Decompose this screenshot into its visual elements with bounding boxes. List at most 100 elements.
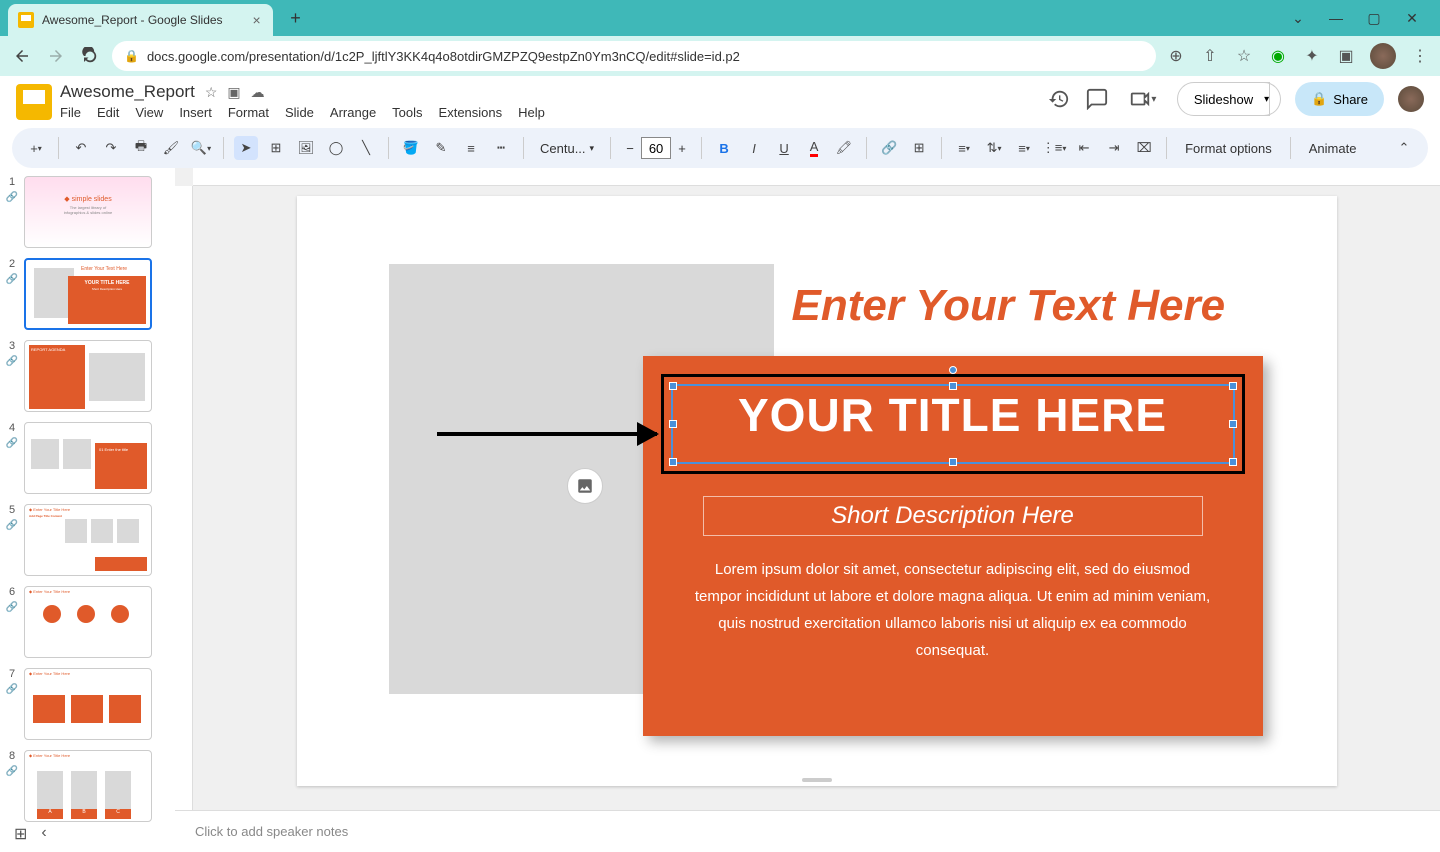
image-tool[interactable]: 🖼 — [294, 136, 318, 160]
rotate-handle[interactable] — [949, 366, 957, 374]
card-body-text[interactable]: Lorem ipsum dolor sit amet, consectetur … — [691, 556, 1215, 664]
collapse-toolbar-button[interactable]: ⌃ — [1392, 136, 1416, 160]
minimize-icon[interactable]: — — [1324, 6, 1348, 30]
menu-slide[interactable]: Slide — [285, 105, 314, 120]
font-size-increase[interactable]: + — [673, 139, 691, 157]
menu-format[interactable]: Format — [228, 105, 269, 120]
cloud-icon[interactable]: ☁ — [251, 84, 265, 101]
meet-icon[interactable]: ▾ — [1123, 87, 1163, 111]
resize-handle[interactable] — [949, 458, 957, 466]
address-bar[interactable]: 🔒 docs.google.com/presentation/d/1c2P_lj… — [112, 41, 1156, 71]
italic-button[interactable]: I — [742, 136, 766, 160]
text-color-button[interactable]: A — [802, 136, 826, 160]
explore-icon[interactable]: ⊞ — [14, 824, 27, 844]
decrease-indent-button[interactable]: ⇤ — [1072, 136, 1096, 160]
border-dash-button[interactable]: ┅ — [489, 136, 513, 160]
menu-arrange[interactable]: Arrange — [330, 105, 376, 120]
back-button[interactable] — [10, 44, 34, 68]
underline-button[interactable]: U — [772, 136, 796, 160]
slide-canvas[interactable]: Enter Your Text Here YOUR TITL — [297, 196, 1337, 786]
slide-thumbnail[interactable]: REPORT AGENDA — [24, 340, 152, 412]
notes-drag-handle[interactable] — [802, 778, 832, 782]
collapse-panel-icon[interactable]: ‹ — [41, 824, 46, 844]
zoom-dropdown[interactable]: 🔍▾ — [189, 136, 213, 160]
insert-comment-button[interactable]: ⊞ — [907, 136, 931, 160]
bookmark-icon[interactable]: ☆ — [1234, 46, 1254, 66]
browser-tab[interactable]: Awesome_Report - Google Slides × — [8, 4, 273, 36]
slide-thumbnail[interactable]: 01 Enter the title — [24, 422, 152, 494]
chevron-down-icon[interactable]: ⌄ — [1286, 6, 1310, 30]
share-page-icon[interactable]: ⇧ — [1200, 46, 1220, 66]
font-size-input[interactable] — [641, 137, 671, 159]
maximize-icon[interactable]: ▢ — [1362, 6, 1386, 30]
menu-insert[interactable]: Insert — [179, 105, 212, 120]
new-slide-button[interactable]: +▾ — [24, 136, 48, 160]
redo-button[interactable]: ↷ — [99, 136, 123, 160]
insert-link-button[interactable]: 🔗 — [877, 136, 901, 160]
slide-thumbnail[interactable]: Enter Your Text Here YOUR TITLE HEREShor… — [24, 258, 152, 330]
select-tool[interactable]: ➤ — [234, 136, 258, 160]
chrome-profile-avatar[interactable] — [1370, 43, 1396, 69]
slideshow-dropdown[interactable]: ▾ — [1253, 82, 1281, 116]
slide-thumbnail[interactable]: ◆ Enter Your Title Here A B C — [24, 750, 152, 822]
forward-button[interactable] — [44, 44, 68, 68]
font-family-dropdown[interactable]: Centu...▾ — [534, 141, 600, 156]
numbered-list-button[interactable]: ≡▾ — [1012, 136, 1036, 160]
print-button[interactable]: 🖶 — [129, 136, 153, 160]
fill-color-button[interactable]: 🪣 — [399, 136, 423, 160]
menu-extensions[interactable]: Extensions — [439, 105, 503, 120]
resize-handle[interactable] — [669, 458, 677, 466]
speaker-notes[interactable]: Click to add speaker notes — [175, 810, 1440, 852]
reload-button[interactable] — [78, 44, 102, 68]
insert-image-fab[interactable] — [567, 468, 603, 504]
close-window-icon[interactable]: ✕ — [1400, 6, 1424, 30]
orange-card[interactable]: YOUR TITLE HERE Short Description Here L… — [643, 356, 1263, 736]
slide-thumbnail[interactable]: ◆ Enter Your Title Here — [24, 668, 152, 740]
border-weight-button[interactable]: ≡ — [459, 136, 483, 160]
thumbnail-panel[interactable]: 1🔗 ◆ simple slides The largest library o… — [0, 168, 175, 848]
vertical-ruler[interactable] — [175, 186, 193, 848]
paint-format-button[interactable]: 🖌 — [159, 136, 183, 160]
bulleted-list-button[interactable]: ⋮≡▾ — [1042, 136, 1066, 160]
card-subtitle-box[interactable]: Short Description Here — [703, 496, 1203, 536]
star-icon[interactable]: ☆ — [205, 84, 218, 101]
menu-file[interactable]: File — [60, 105, 81, 120]
shape-tool[interactable]: ◯ — [324, 136, 348, 160]
slides-logo-icon[interactable] — [16, 84, 52, 120]
bold-button[interactable]: B — [712, 136, 736, 160]
top-heading-text[interactable]: Enter Your Text Here — [792, 281, 1226, 331]
new-tab-button[interactable]: + — [283, 5, 309, 31]
menu-edit[interactable]: Edit — [97, 105, 119, 120]
share-button[interactable]: 🔒 Share — [1295, 82, 1384, 116]
grammarly-icon[interactable]: ◉ — [1268, 46, 1288, 66]
line-tool[interactable]: ╲ — [354, 136, 378, 160]
animate-button[interactable]: Animate — [1301, 141, 1365, 156]
font-size-decrease[interactable]: − — [621, 139, 639, 157]
highlight-color-button[interactable]: 🖍 — [832, 136, 856, 160]
format-options-button[interactable]: Format options — [1177, 141, 1280, 156]
history-icon[interactable] — [1047, 87, 1071, 111]
menu-tools[interactable]: Tools — [392, 105, 422, 120]
doc-title[interactable]: Awesome_Report — [60, 82, 195, 102]
align-button[interactable]: ≡▾ — [952, 136, 976, 160]
close-tab-icon[interactable]: × — [251, 14, 263, 26]
slide-thumbnail[interactable]: ◆ Enter Your Title Here Add Page Title C… — [24, 504, 152, 576]
card-title-text[interactable]: YOUR TITLE HERE — [673, 388, 1233, 442]
move-icon[interactable]: ▣ — [227, 84, 240, 101]
extensions-icon[interactable]: ✦ — [1302, 46, 1322, 66]
increase-indent-button[interactable]: ⇥ — [1102, 136, 1126, 160]
slide-thumbnail[interactable]: ◆ simple slides The largest library ofin… — [24, 176, 152, 248]
resize-handle[interactable] — [1229, 458, 1237, 466]
slide-thumbnail[interactable]: ◆ Enter Your Title Here — [24, 586, 152, 658]
undo-button[interactable]: ↶ — [69, 136, 93, 160]
border-color-button[interactable]: ✎ — [429, 136, 453, 160]
textbox-tool[interactable]: ⊞ — [264, 136, 288, 160]
menu-view[interactable]: View — [135, 105, 163, 120]
account-avatar[interactable] — [1398, 86, 1424, 112]
zoom-icon[interactable]: ⊕ — [1166, 46, 1186, 66]
sidepanel-icon[interactable]: ▣ — [1336, 46, 1356, 66]
line-spacing-button[interactable]: ⇅▾ — [982, 136, 1006, 160]
chrome-menu-icon[interactable]: ⋮ — [1410, 46, 1430, 66]
menu-help[interactable]: Help — [518, 105, 545, 120]
comments-icon[interactable] — [1085, 87, 1109, 111]
